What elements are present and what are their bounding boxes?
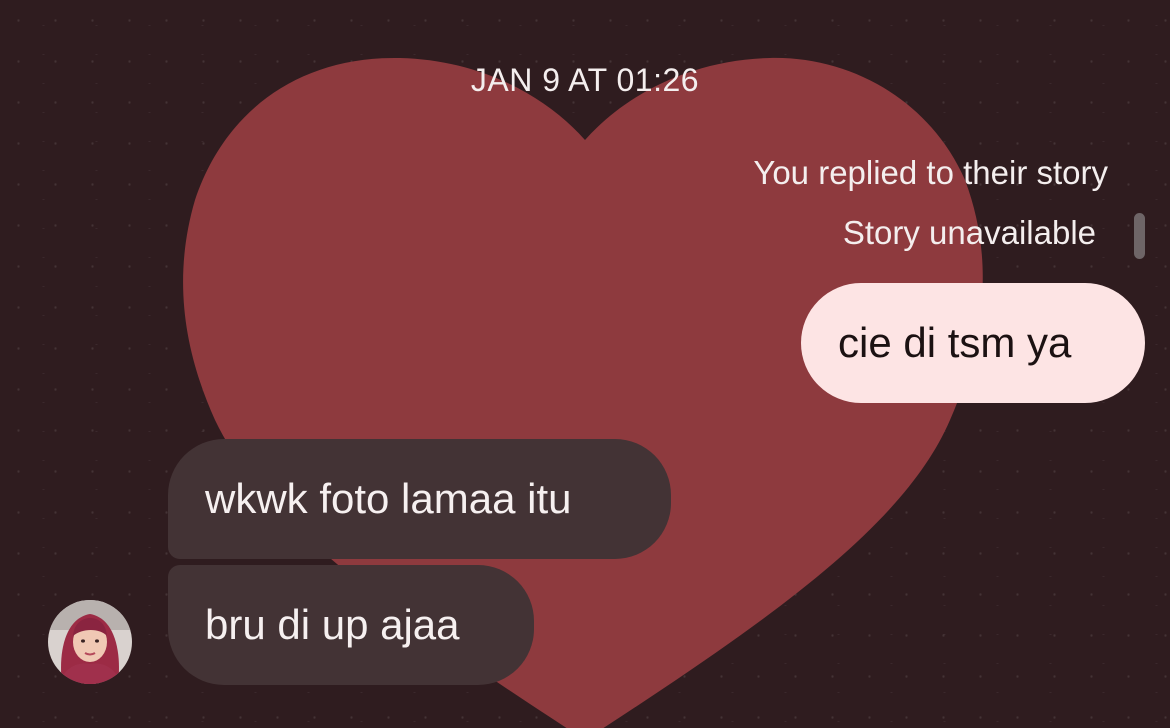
received-message-bubble[interactable]: bru di up ajaa (168, 565, 534, 685)
message-timestamp: JAN 9 AT 01:26 (470, 62, 700, 98)
contact-avatar[interactable] (48, 600, 132, 684)
received-message-bubble[interactable]: wkwk foto lamaa itu (168, 439, 671, 559)
message-text: wkwk foto lamaa itu (205, 475, 572, 522)
scrollbar[interactable] (1134, 213, 1145, 259)
message-text: cie di tsm ya (838, 319, 1072, 366)
avatar-photo-icon (48, 600, 132, 684)
sent-message-bubble[interactable]: cie di tsm ya (801, 283, 1145, 403)
story-unavailable-label[interactable]: Story unavailable (843, 214, 1096, 252)
story-reply-note: You replied to their story (753, 154, 1108, 191)
message-text: bru di up ajaa (205, 601, 460, 648)
